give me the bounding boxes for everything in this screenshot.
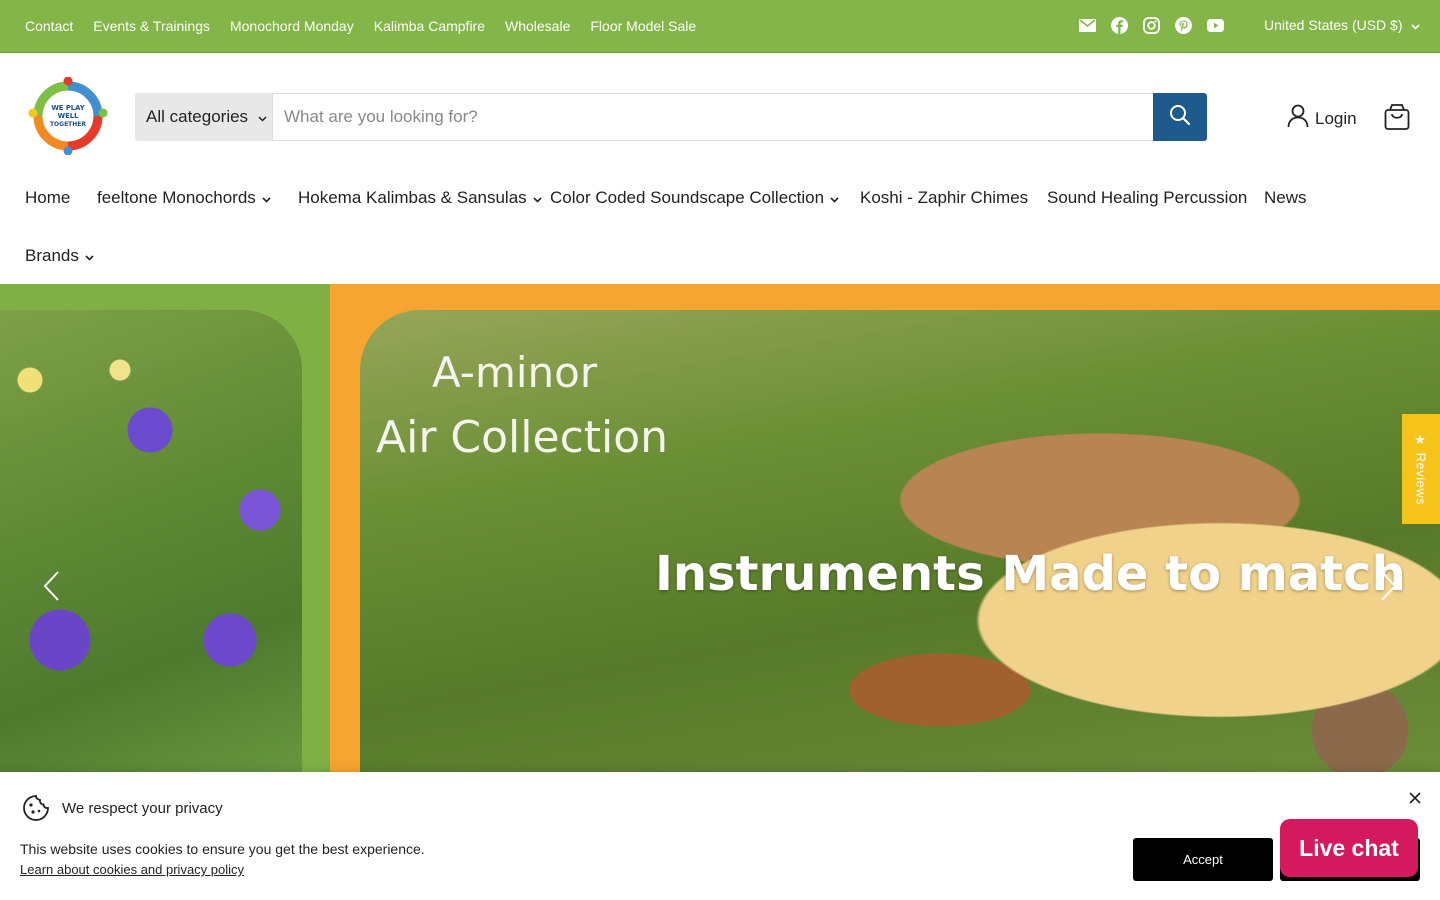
hero-heading-line1: A-minor xyxy=(432,348,598,397)
nav-item-hokema-kalimbas[interactable]: Hokema Kalimbas & Sansulas xyxy=(298,188,542,208)
instagram-icon[interactable] xyxy=(1142,16,1160,34)
live-chat-label: Live chat xyxy=(1299,834,1399,861)
nav-item-news[interactable]: News xyxy=(1264,188,1307,208)
nav-item-sound-healing-percussion[interactable]: Sound Healing Percussion xyxy=(1047,188,1247,208)
nav-item-koshi-zaphir-chimes[interactable]: Koshi - Zaphir Chimes xyxy=(860,188,1028,208)
hero-iris-image xyxy=(0,310,302,784)
logo-text-line2: WELL xyxy=(58,112,79,120)
link-contact[interactable]: Contact xyxy=(25,18,73,34)
search-button[interactable] xyxy=(1153,93,1207,141)
nav-item-label: Sound Healing Percussion xyxy=(1047,188,1248,207)
site-header: WE PLAY WELL TOGETHER All categories Wha… xyxy=(0,52,1440,178)
youtube-icon[interactable] xyxy=(1206,16,1224,34)
cookie-policy-link[interactable]: Learn about cookies and privacy policy xyxy=(20,862,244,877)
utility-links: Contact Events & Trainings Monochord Mon… xyxy=(25,18,696,34)
nav-item-label: News xyxy=(1264,188,1307,207)
chevron-down-icon xyxy=(1410,17,1420,33)
chevron-left-icon xyxy=(40,571,64,607)
nav-item-brands[interactable]: Brands xyxy=(25,246,94,266)
category-select-label: All categories xyxy=(146,107,249,126)
nav-item-label: Koshi - Zaphir Chimes xyxy=(860,188,1029,207)
chevron-down-icon xyxy=(830,188,839,208)
cart-button[interactable] xyxy=(1384,103,1410,131)
nav-item-label: Home xyxy=(25,188,71,207)
cookie-icon xyxy=(22,794,50,822)
reviews-tab-label: ★ Reviews xyxy=(1413,432,1429,506)
nav-item-color-coded-soundscape[interactable]: Color Coded Soundscape Collection xyxy=(550,188,839,208)
announcement-bar: Contact Events & Trainings Monochord Mon… xyxy=(0,0,1440,52)
cookie-title: We respect your privacy xyxy=(62,800,223,817)
category-select[interactable]: All categories xyxy=(135,93,273,141)
main-navigation: Home feeltone Monochords Hokema Kalimbas… xyxy=(0,178,1440,284)
chevron-right-icon xyxy=(1376,571,1400,607)
nav-item-home[interactable]: Home xyxy=(25,188,70,208)
social-links xyxy=(1078,16,1224,34)
nav-item-label: Color Coded Soundscape Collection xyxy=(550,188,825,207)
close-icon xyxy=(1408,792,1422,809)
nav-item-label: Brands xyxy=(25,246,79,265)
shopping-bag-icon xyxy=(1384,104,1410,135)
cookie-banner: We respect your privacy This website use… xyxy=(0,772,1440,900)
previous-slide-button[interactable] xyxy=(40,569,64,603)
link-events-trainings[interactable]: Events & Trainings xyxy=(93,18,210,34)
search-bar: All categories What are you looking for? xyxy=(135,93,1207,141)
search-input[interactable]: What are you looking for? xyxy=(273,93,1153,141)
nav-item-label: feeltone Monochords xyxy=(97,188,256,207)
nav-item-label: Hokema Kalimbas & Sansulas xyxy=(298,188,527,207)
live-chat-button[interactable]: Live chat xyxy=(1280,819,1418,877)
hero-heading-line2: Air Collection xyxy=(376,412,669,463)
logo-text-line3: TOGETHER xyxy=(50,121,86,128)
cookie-message: This website uses cookies to ensure you … xyxy=(20,841,425,857)
reviews-tab[interactable]: ★ Reviews xyxy=(1402,414,1440,524)
link-kalimba-campfire[interactable]: Kalimba Campfire xyxy=(374,18,485,34)
close-cookie-button[interactable] xyxy=(1408,791,1422,805)
logo-text-line1: WE PLAY xyxy=(51,104,84,112)
search-icon xyxy=(1169,104,1191,131)
hero-tagline: Instruments Made to match xyxy=(655,546,1406,602)
hero-slideshow: A-minor Air Collection Instruments Made … xyxy=(0,284,1440,784)
currency-selector[interactable]: United States (USD $) xyxy=(1264,17,1420,33)
search-placeholder: What are you looking for? xyxy=(284,107,478,126)
nav-item-feeltone-monochords[interactable]: feeltone Monochords xyxy=(97,188,271,208)
chevron-down-icon xyxy=(258,107,267,127)
login-link[interactable]: Login xyxy=(1287,104,1357,133)
chevron-down-icon xyxy=(85,246,94,266)
link-floor-model-sale[interactable]: Floor Model Sale xyxy=(590,18,696,34)
link-wholesale[interactable]: Wholesale xyxy=(505,18,570,34)
mail-icon[interactable] xyxy=(1078,16,1096,34)
currency-label: United States (USD $) xyxy=(1264,17,1403,33)
accept-cookies-button[interactable]: Accept xyxy=(1133,838,1273,881)
chevron-down-icon xyxy=(533,188,542,208)
login-label: Login xyxy=(1315,108,1357,128)
chevron-down-icon xyxy=(262,188,271,208)
link-monochord-monday[interactable]: Monochord Monday xyxy=(230,18,354,34)
user-icon xyxy=(1287,104,1309,133)
facebook-icon[interactable] xyxy=(1110,16,1128,34)
pinterest-icon[interactable] xyxy=(1174,16,1192,34)
store-logo[interactable]: WE PLAY WELL TOGETHER xyxy=(28,76,108,156)
next-slide-button[interactable] xyxy=(1376,569,1400,603)
